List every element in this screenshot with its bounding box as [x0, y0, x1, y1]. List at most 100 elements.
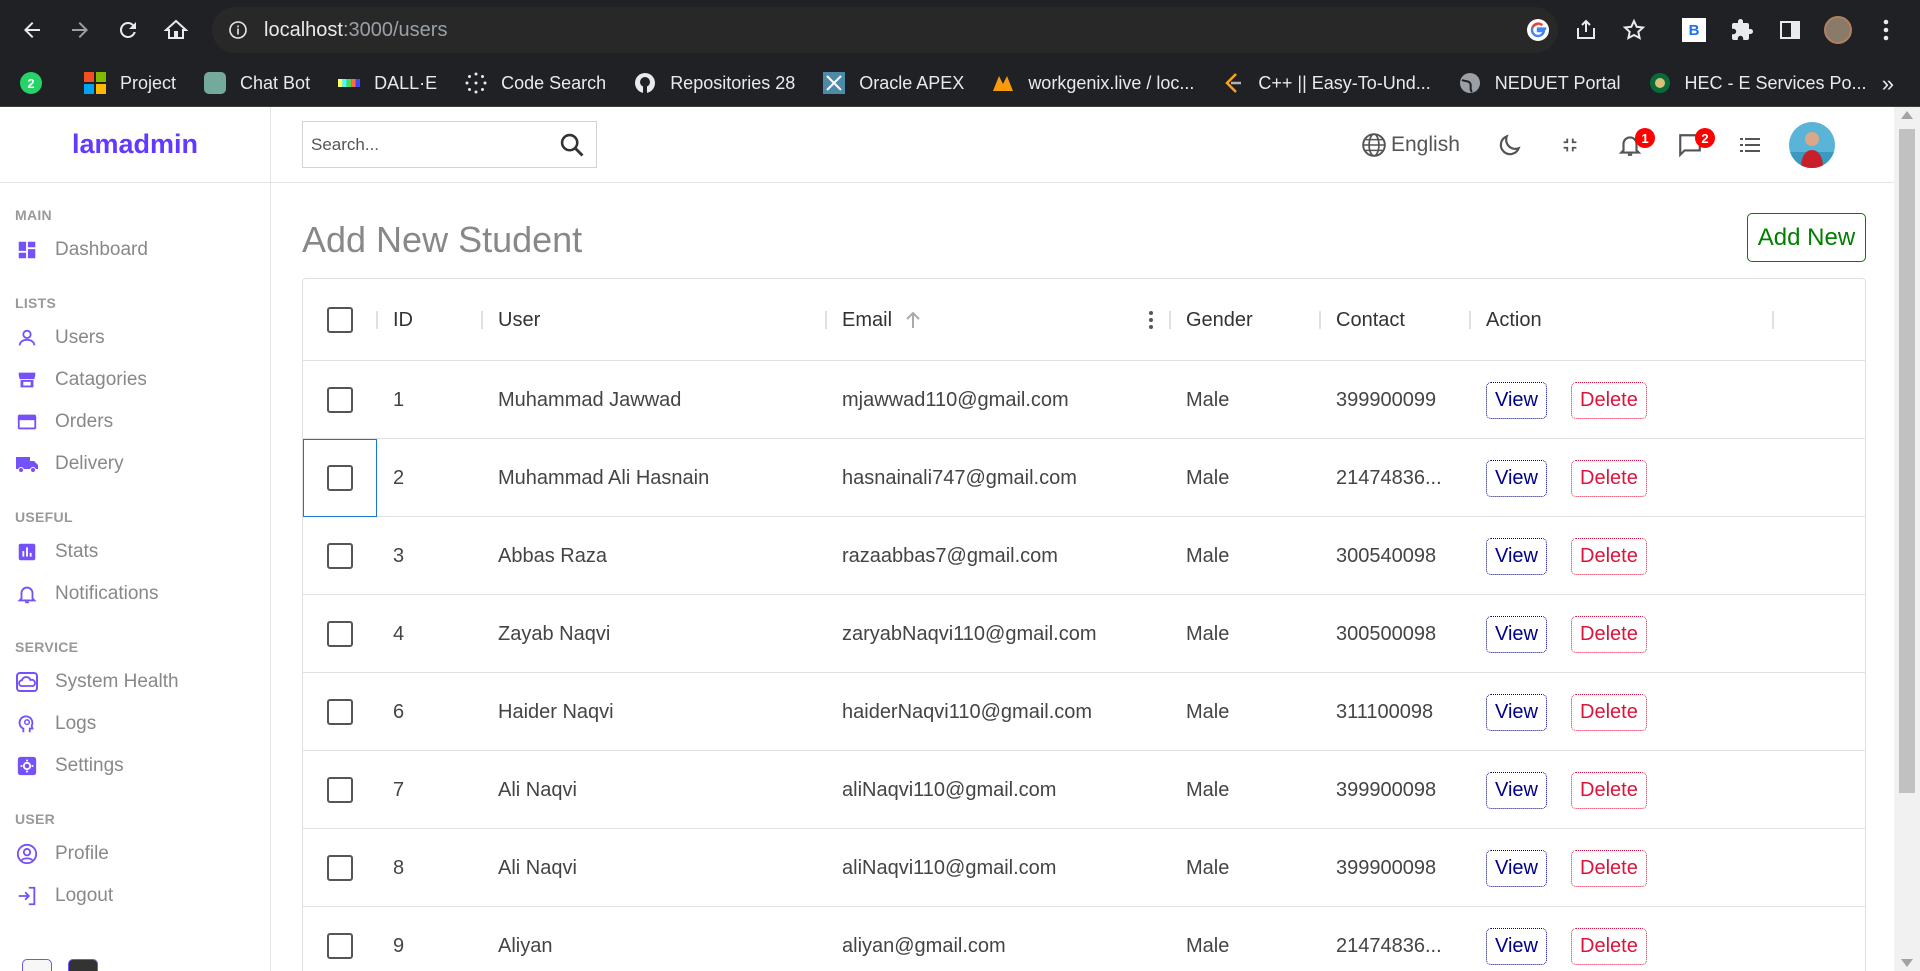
bookmark-workgenix[interactable]: workgenix.live / loc...: [990, 70, 1194, 96]
table-row[interactable]: 8 Ali Naqvi aliNaqvi110@gmail.com Male 39990…: [303, 829, 1865, 907]
messages-button[interactable]: 2: [1671, 126, 1715, 164]
sidebar-item-logout[interactable]: Logout: [15, 875, 270, 917]
language-selector[interactable]: English: [1361, 126, 1460, 164]
search-input[interactable]: [311, 134, 551, 155]
row-checkbox[interactable]: [327, 777, 353, 803]
view-button[interactable]: View: [1486, 459, 1547, 497]
sidebar-item-delivery[interactable]: Delivery: [15, 443, 270, 485]
view-button[interactable]: View: [1486, 693, 1547, 731]
bookmark-hec[interactable]: HEC - E Services Po...: [1647, 70, 1867, 96]
delete-button[interactable]: Delete: [1571, 693, 1647, 731]
row-checkbox[interactable]: [327, 543, 353, 569]
column-separator[interactable]: [376, 311, 378, 329]
table-row[interactable]: 7 Ali Naqvi aliNaqvi110@gmail.com Male 39990…: [303, 751, 1865, 829]
view-button[interactable]: View: [1486, 927, 1547, 965]
table-row[interactable]: 6 Haider Naqvi haiderNaqvi110@gmail.com Mal…: [303, 673, 1865, 751]
bookmark-code-search[interactable]: Code Search: [463, 70, 606, 96]
column-header-email[interactable]: Email: [842, 279, 922, 361]
table-row[interactable]: 3 Abbas Raza razaabbas7@gmail.com Male 30054…: [303, 517, 1865, 595]
column-separator[interactable]: [1469, 311, 1471, 329]
bookmark-repositories[interactable]: Repositories 28: [632, 70, 795, 96]
view-button[interactable]: View: [1486, 849, 1547, 887]
delete-button[interactable]: Delete: [1571, 459, 1647, 497]
google-lens-button[interactable]: [1520, 12, 1556, 48]
delete-button[interactable]: Delete: [1571, 615, 1647, 653]
info-icon[interactable]: [226, 18, 250, 42]
column-menu-button[interactable]: [1143, 279, 1159, 361]
view-button[interactable]: View: [1486, 537, 1547, 575]
notifications-button[interactable]: 1: [1611, 126, 1655, 164]
bookmark-project[interactable]: Project: [82, 70, 176, 96]
table-row[interactable]: 2 Muhammad Ali Hasnain hasnainali747@gmail…: [303, 439, 1865, 517]
row-checkbox[interactable]: [327, 465, 353, 491]
scrollbar-thumb[interactable]: [1899, 129, 1915, 793]
light-theme-swatch[interactable]: [22, 959, 52, 971]
chrome-menu-button[interactable]: [1870, 14, 1902, 46]
select-all-checkbox[interactable]: [327, 307, 353, 333]
delete-button[interactable]: Delete: [1571, 771, 1647, 809]
bookmark-cpp[interactable]: C++ || Easy-To-Und...: [1220, 70, 1431, 96]
bookmark-dalle[interactable]: DALL·E: [336, 70, 437, 96]
side-panel-button[interactable]: [1774, 14, 1806, 46]
sidebar-item-stats[interactable]: Stats: [15, 531, 270, 573]
sidebar-item-logs[interactable]: Logs: [15, 703, 270, 745]
bookmark-whatsapp[interactable]: 2: [18, 70, 56, 96]
profile-button[interactable]: [1822, 14, 1854, 46]
back-button[interactable]: [14, 12, 50, 48]
home-button[interactable]: [158, 12, 194, 48]
column-header-action[interactable]: Action: [1486, 279, 1542, 361]
bookmark-star-button[interactable]: [1616, 12, 1652, 48]
scroll-up-arrow-icon[interactable]: [1901, 111, 1913, 119]
column-separator[interactable]: [825, 311, 827, 329]
sidebar-item-profile[interactable]: Profile: [15, 833, 270, 875]
column-separator[interactable]: [481, 311, 483, 329]
row-checkbox[interactable]: [327, 621, 353, 647]
dark-mode-toggle[interactable]: [1491, 126, 1529, 164]
delete-button[interactable]: Delete: [1571, 381, 1647, 419]
column-separator[interactable]: [1319, 311, 1321, 329]
delete-button[interactable]: Delete: [1571, 849, 1647, 887]
table-row[interactable]: 1 Muhammad Jawwad mjawwad110@gmail.com Male…: [303, 361, 1865, 439]
column-header-gender[interactable]: Gender: [1186, 279, 1253, 361]
row-checkbox[interactable]: [327, 699, 353, 725]
column-separator[interactable]: [1169, 311, 1171, 329]
page-scrollbar[interactable]: [1894, 107, 1920, 971]
dark-theme-swatch[interactable]: [68, 959, 98, 971]
sidebar-item-users[interactable]: Users: [15, 317, 270, 359]
sidebar-item-settings[interactable]: Settings: [15, 745, 270, 787]
fullscreen-exit-button[interactable]: [1551, 126, 1589, 164]
view-button[interactable]: View: [1486, 771, 1547, 809]
delete-button[interactable]: Delete: [1571, 537, 1647, 575]
column-header-user[interactable]: User: [498, 279, 540, 361]
extensions-button[interactable]: [1726, 14, 1758, 46]
sidebar-item-system-health[interactable]: System Health: [15, 661, 270, 703]
add-new-button[interactable]: Add New: [1747, 213, 1866, 262]
table-row[interactable]: 9 Aliyan aliyan@gmail.com Male 21474836... Vi…: [303, 907, 1865, 971]
sidebar-item-notifications[interactable]: Notifications: [15, 573, 270, 615]
extension-b-button[interactable]: B: [1678, 14, 1710, 46]
view-button[interactable]: View: [1486, 615, 1547, 653]
reload-button[interactable]: [110, 12, 146, 48]
search-icon[interactable]: [558, 131, 586, 159]
scroll-down-arrow-icon[interactable]: [1901, 959, 1913, 967]
table-row[interactable]: 4 Zayab Naqvi zaryabNaqvi110@gmail.com Male…: [303, 595, 1865, 673]
bookmarks-overflow-button[interactable]: »: [1882, 71, 1894, 97]
row-checkbox[interactable]: [327, 855, 353, 881]
column-header-id[interactable]: ID: [393, 279, 413, 361]
sidebar-item-catagories[interactable]: Catagories: [15, 359, 270, 401]
row-checkbox[interactable]: [327, 933, 353, 959]
address-bar[interactable]: localhost:3000/users: [212, 7, 1558, 53]
view-button[interactable]: View: [1486, 381, 1547, 419]
logo[interactable]: lamadmin: [72, 129, 198, 160]
share-button[interactable]: [1568, 12, 1604, 48]
delete-button[interactable]: Delete: [1571, 927, 1647, 965]
sidebar-item-orders[interactable]: Orders: [15, 401, 270, 443]
avatar[interactable]: [1789, 122, 1835, 168]
sort-arrow-up-icon[interactable]: [904, 310, 922, 330]
list-button[interactable]: [1731, 126, 1769, 164]
sidebar-item-dashboard[interactable]: Dashboard: [15, 229, 270, 271]
forward-button[interactable]: [62, 12, 98, 48]
column-header-contact[interactable]: Contact: [1336, 279, 1405, 361]
bookmark-chat-bot[interactable]: Chat Bot: [202, 70, 310, 96]
bookmark-neduet[interactable]: NEDUET Portal: [1457, 70, 1621, 96]
